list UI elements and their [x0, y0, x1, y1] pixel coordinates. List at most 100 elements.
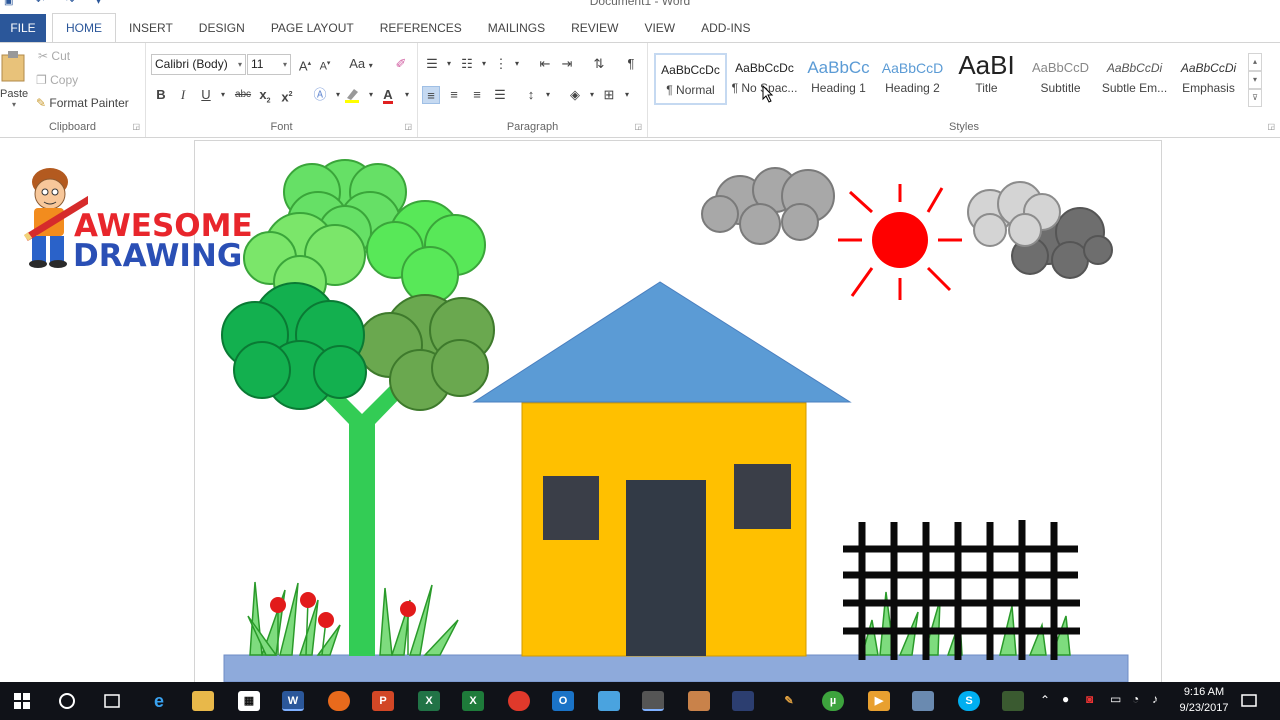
gallery-scroll-down-icon[interactable]: ▾ — [1248, 71, 1262, 89]
change-case-button[interactable]: Aa ▾ — [346, 55, 376, 73]
app-icon-paint[interactable] — [688, 691, 710, 711]
style-subtitle[interactable]: AaBbCcD Subtitle — [1024, 53, 1097, 105]
word-icon[interactable]: W — [282, 691, 304, 711]
app-icon-tool[interactable] — [1002, 691, 1024, 711]
tab-add-ins[interactable]: ADD-INS — [688, 14, 763, 42]
font-launcher-icon[interactable]: ◲ — [404, 122, 412, 131]
subscript-button[interactable]: x2 — [256, 86, 274, 105]
utorrent-icon[interactable]: µ — [822, 691, 844, 711]
chevron-down-icon[interactable]: ▾ — [398, 86, 416, 104]
bullets-button[interactable]: ☰ — [423, 55, 441, 73]
windows-start-icon[interactable] — [14, 693, 30, 709]
paragraph-launcher-icon[interactable]: ◲ — [634, 122, 642, 131]
clear-formatting-button[interactable]: ✐ — [392, 55, 410, 73]
tab-review[interactable]: REVIEW — [558, 14, 631, 42]
app-icon-active[interactable] — [642, 691, 664, 711]
excel-icon[interactable]: X — [418, 691, 440, 711]
customize-qat-icon[interactable]: ▾ — [96, 0, 106, 7]
align-left-button[interactable]: ≡ — [422, 86, 440, 104]
style-heading-2[interactable]: AaBbCcD Heading 2 — [876, 53, 949, 105]
borders-button[interactable]: ⊞ — [600, 86, 618, 104]
highlight-button[interactable] — [343, 86, 361, 104]
text-effects-button[interactable]: Ⓐ — [311, 86, 329, 104]
numbering-button[interactable]: ☷ — [458, 55, 476, 73]
cut-button[interactable]: ✂ Cut — [38, 49, 70, 63]
format-painter-button[interactable]: ✎ Format Painter — [36, 96, 129, 110]
tab-page-layout[interactable]: PAGE LAYOUT — [258, 14, 367, 42]
sort-button[interactable]: ⇅ — [590, 55, 608, 73]
tab-file[interactable]: FILE — [0, 14, 46, 42]
underline-button[interactable]: U — [197, 86, 215, 104]
file-explorer-icon[interactable] — [192, 691, 214, 711]
notifications-icon[interactable] — [1240, 692, 1258, 710]
paste-button[interactable]: Paste ▾ — [0, 49, 28, 109]
app-icon-monitor[interactable] — [912, 691, 934, 711]
redo-icon[interactable]: ↷ — [66, 0, 76, 7]
tab-home[interactable]: HOME — [52, 13, 116, 43]
system-clock[interactable]: 9:16 AM 9/23/2017 — [1172, 684, 1236, 716]
cortana-search-icon[interactable] — [58, 692, 76, 710]
copy-button[interactable]: ❐ Copy — [36, 73, 78, 87]
justify-button[interactable]: ☰ — [491, 86, 509, 104]
show-hide-button[interactable]: ¶ — [622, 55, 640, 73]
increase-indent-button[interactable]: ⇥ — [558, 55, 576, 73]
gallery-more-icon[interactable]: ⊽ — [1248, 89, 1262, 107]
chrome-icon[interactable] — [508, 691, 530, 711]
tab-view[interactable]: VIEW — [631, 14, 688, 42]
skype-icon[interactable]: S — [958, 691, 980, 711]
task-view-icon[interactable] — [102, 693, 122, 709]
tab-insert[interactable]: INSERT — [116, 14, 186, 42]
bold-button[interactable]: B — [152, 86, 170, 104]
styles-launcher-icon[interactable]: ◲ — [1267, 122, 1275, 131]
video-player-icon[interactable]: ▶ — [868, 691, 890, 711]
grow-font-button[interactable]: A▴ — [296, 55, 314, 73]
font-name-combo[interactable]: Calibri (Body) ▾ — [151, 54, 246, 75]
underline-dropdown-icon[interactable]: ▾ — [214, 86, 232, 104]
gallery-scroll-up-icon[interactable]: ▴ — [1248, 53, 1262, 71]
undo-icon[interactable]: ↶ — [36, 0, 46, 7]
font-color-button[interactable]: A — [379, 86, 397, 104]
chevron-down-icon[interactable]: ▾ — [362, 86, 380, 104]
shading-button[interactable]: ◈ — [566, 86, 584, 104]
tab-design[interactable]: DESIGN — [186, 14, 258, 42]
chevron-down-icon[interactable]: ▾ — [539, 86, 557, 104]
tab-mailings[interactable]: MAILINGS — [475, 14, 558, 42]
style-title[interactable]: AaBI Title — [950, 53, 1023, 105]
document-page[interactable] — [194, 140, 1162, 700]
powerpoint-icon[interactable]: P — [372, 691, 394, 711]
shrink-font-button[interactable]: A▾ — [316, 55, 334, 73]
italic-button[interactable]: I — [174, 86, 192, 104]
font-size-combo[interactable]: 11 ▾ — [247, 54, 291, 75]
align-center-button[interactable]: ≡ — [445, 86, 463, 104]
chevron-down-icon[interactable]: ▾ — [475, 55, 493, 73]
strikethrough-button[interactable]: abc — [232, 86, 254, 104]
battery-icon[interactable]: ▭ — [1110, 692, 1121, 720]
style-normal[interactable]: AaBbCcDc ¶ Normal — [654, 53, 727, 105]
volume-icon[interactable]: ♪ — [1152, 692, 1158, 720]
decrease-indent-button[interactable]: ⇤ — [536, 55, 554, 73]
chevron-down-icon[interactable]: ▾ — [440, 55, 458, 73]
chevron-down-icon[interactable]: ▾ — [583, 86, 601, 104]
style-emphasis[interactable]: AaBbCcDi Emphasis — [1172, 53, 1245, 105]
excel-second-icon[interactable]: X — [462, 691, 484, 711]
store-icon[interactable]: ▦ — [238, 691, 260, 711]
app-icon-photos[interactable] — [598, 691, 620, 711]
tray-overflow-icon[interactable]: ⌃ — [1040, 693, 1050, 720]
line-spacing-button[interactable]: ↕ — [522, 86, 540, 104]
tray-antivirus-icon[interactable]: ◙ — [1086, 692, 1093, 720]
outlook-icon[interactable]: O — [552, 691, 574, 711]
style-heading-1[interactable]: AaBbCc Heading 1 — [802, 53, 875, 105]
chevron-down-icon[interactable]: ▾ — [618, 86, 636, 104]
style-subtle-emphasis[interactable]: AaBbCcDi Subtle Em... — [1098, 53, 1171, 105]
align-right-button[interactable]: ≡ — [468, 86, 486, 104]
edge-icon[interactable]: e — [148, 691, 170, 711]
tray-app-icon[interactable]: ● — [1062, 692, 1069, 720]
word-app-icon[interactable]: ▣ — [4, 0, 14, 7]
app-icon-media[interactable] — [732, 691, 754, 711]
superscript-button[interactable]: x2 — [278, 86, 296, 104]
firefox-icon[interactable] — [328, 691, 350, 711]
tab-references[interactable]: REFERENCES — [367, 14, 475, 42]
wifi-icon[interactable]: ◔ — [1132, 692, 1139, 720]
clipboard-launcher-icon[interactable]: ◲ — [132, 122, 140, 131]
chevron-down-icon[interactable]: ▾ — [508, 55, 526, 73]
